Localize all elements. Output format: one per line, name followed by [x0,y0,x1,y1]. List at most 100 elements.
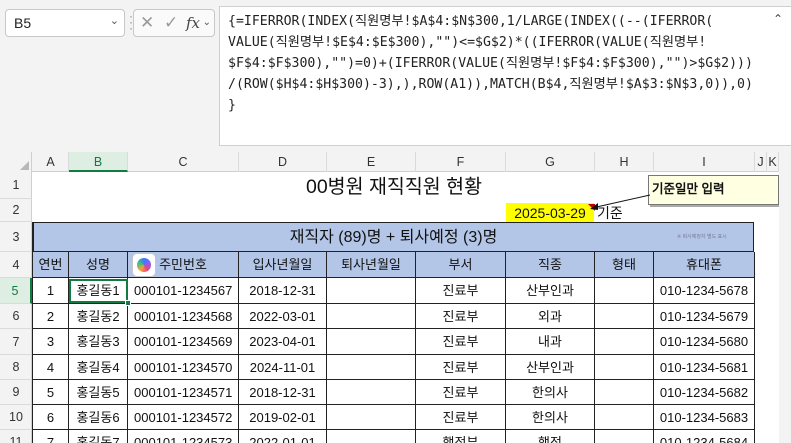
row-header-11[interactable]: 11 [0,430,32,443]
table-cell[interactable]: 5 [33,380,69,405]
table-cell[interactable]: 행정부 [416,430,506,443]
row-header-3[interactable]: 3 [0,222,32,252]
table-cell[interactable]: 000101-1234571 [128,380,239,405]
table-cell[interactable]: 산부인과 [506,278,595,304]
table-cell[interactable]: 000101-1234568 [128,304,239,329]
column-header-h[interactable]: H [595,152,654,172]
cancel-icon[interactable]: ✕ [140,13,154,33]
fill-handle[interactable] [125,300,131,306]
table-cell[interactable]: 2022-01-01 [239,430,327,443]
column-header-d[interactable]: D [239,152,327,172]
row-header-7[interactable]: 7 [0,329,32,355]
table-header-cell[interactable]: 입사년월일 [239,252,327,278]
table-cell[interactable]: 2022-03-01 [239,304,327,329]
table-cell[interactable] [327,380,416,405]
table-cell[interactable] [595,278,654,304]
table-cell[interactable]: 000101-1234567 [128,278,239,304]
table-cell[interactable] [595,355,654,380]
table-cell[interactable]: 진료부 [416,380,506,405]
table-header-cell[interactable]: 휴대폰 [654,252,755,278]
table-cell[interactable] [327,430,416,443]
table-cell[interactable]: 010-1234-5679 [654,304,755,329]
table-cell[interactable]: 3 [33,329,69,355]
table-cell[interactable]: 010-1234-5683 [654,405,755,430]
check-icon[interactable]: ✓ [164,13,178,33]
table-cell[interactable]: 2024-11-01 [239,355,327,380]
more-options-icon[interactable]: · · · [129,10,133,34]
column-header-f[interactable]: F [416,152,506,172]
table-cell[interactable] [595,430,654,443]
selected-cell[interactable] [69,279,128,303]
table-cell[interactable]: 1 [33,278,69,304]
worksheet-grid[interactable]: ABCDEFGHIJK 1 2 3 4 5 6 7 8 9 10 11 00병원 재직직원 현황 2… [0,152,791,443]
table-cell[interactable] [327,355,416,380]
vertical-scrollbar[interactable] [779,152,791,443]
insert-function-icon[interactable]: fx [186,14,200,32]
table-cell[interactable]: 한의사 [506,380,595,405]
table-cell[interactable]: 진료부 [416,355,506,380]
table-header-cell[interactable]: 퇴사년월일 [327,252,416,278]
row-header-6[interactable]: 6 [0,304,32,329]
table-header-cell[interactable]: 형태 [595,252,654,278]
row-header-10[interactable]: 10 [0,405,32,430]
table-cell[interactable]: 홍길동2 [69,304,128,329]
row-header-8[interactable]: 8 [0,355,32,380]
table-header-cell[interactable]: 연번 [33,252,69,278]
table-cell[interactable] [327,278,416,304]
table-cell[interactable]: 010-1234-5678 [654,278,755,304]
chevron-down-icon[interactable]: ⌄ [110,14,119,27]
table-cell[interactable]: 2018-12-31 [239,380,327,405]
table-cell[interactable] [595,304,654,329]
table-cell[interactable]: 홍길동4 [69,355,128,380]
table-cell[interactable]: 진료부 [416,304,506,329]
reference-date-cell[interactable]: 2025-03-29 [506,203,594,223]
table-cell[interactable]: 000101-1234573 [128,430,239,443]
table-cell[interactable]: 산부인과 [506,355,595,380]
table-header-cell[interactable]: 직종 [506,252,595,278]
table-cell[interactable]: 000101-1234570 [128,355,239,380]
table-cell[interactable] [595,380,654,405]
row-header-9[interactable]: 9 [0,380,32,405]
table-cell[interactable]: 2018-12-31 [239,278,327,304]
table-cell[interactable]: 진료부 [416,329,506,355]
name-box[interactable]: B5 ⌄ [5,9,125,37]
table-cell[interactable]: 000101-1234569 [128,329,239,355]
table-cell[interactable]: 2019-02-01 [239,405,327,430]
column-header-i[interactable]: I [654,152,755,172]
column-header-j[interactable]: J [755,152,767,172]
table-header-cell[interactable]: 성명 [69,252,128,278]
column-header-k[interactable]: K [767,152,779,172]
table-cell[interactable]: 000101-1234572 [128,405,239,430]
row-header-1[interactable]: 1 [0,172,32,199]
formula-input[interactable]: {=IFERROR(INDEX(직원명부!$A$4:$N$300,1/LARGE… [219,6,791,146]
table-cell[interactable]: 홍길동7 [69,430,128,443]
table-cell[interactable]: 외과 [506,304,595,329]
table-cell[interactable]: 010-1234-5682 [654,380,755,405]
table-cell[interactable] [327,304,416,329]
table-cell[interactable] [595,329,654,355]
chevron-down-icon[interactable]: ⌄ [203,17,211,28]
column-header-b[interactable]: B [69,152,128,172]
table-header-cell[interactable]: 부서 [416,252,506,278]
table-cell[interactable] [595,405,654,430]
cell-comment[interactable]: 기준일만 입력 [648,175,779,205]
column-header-e[interactable]: E [327,152,416,172]
column-header-a[interactable]: A [33,152,69,172]
table-cell[interactable]: 010-1234-5680 [654,329,755,355]
table-cell[interactable]: 홍길동3 [69,329,128,355]
copilot-icon[interactable] [132,253,156,277]
table-cell[interactable]: 2023-04-01 [239,329,327,355]
table-cell[interactable]: 홍길동6 [69,405,128,430]
table-cell[interactable]: 010-1234-5681 [654,355,755,380]
table-cell[interactable]: 2 [33,304,69,329]
column-header-g[interactable]: G [506,152,595,172]
column-header-c[interactable]: C [128,152,239,172]
table-cell[interactable] [327,329,416,355]
table-cell[interactable]: 홍길동5 [69,380,128,405]
table-cell[interactable]: 진료부 [416,405,506,430]
table-cell[interactable]: 4 [33,355,69,380]
table-cell[interactable]: 6 [33,405,69,430]
table-cell[interactable]: 진료부 [416,278,506,304]
table-cell[interactable]: 행정 [506,430,595,443]
table-cell[interactable] [327,405,416,430]
